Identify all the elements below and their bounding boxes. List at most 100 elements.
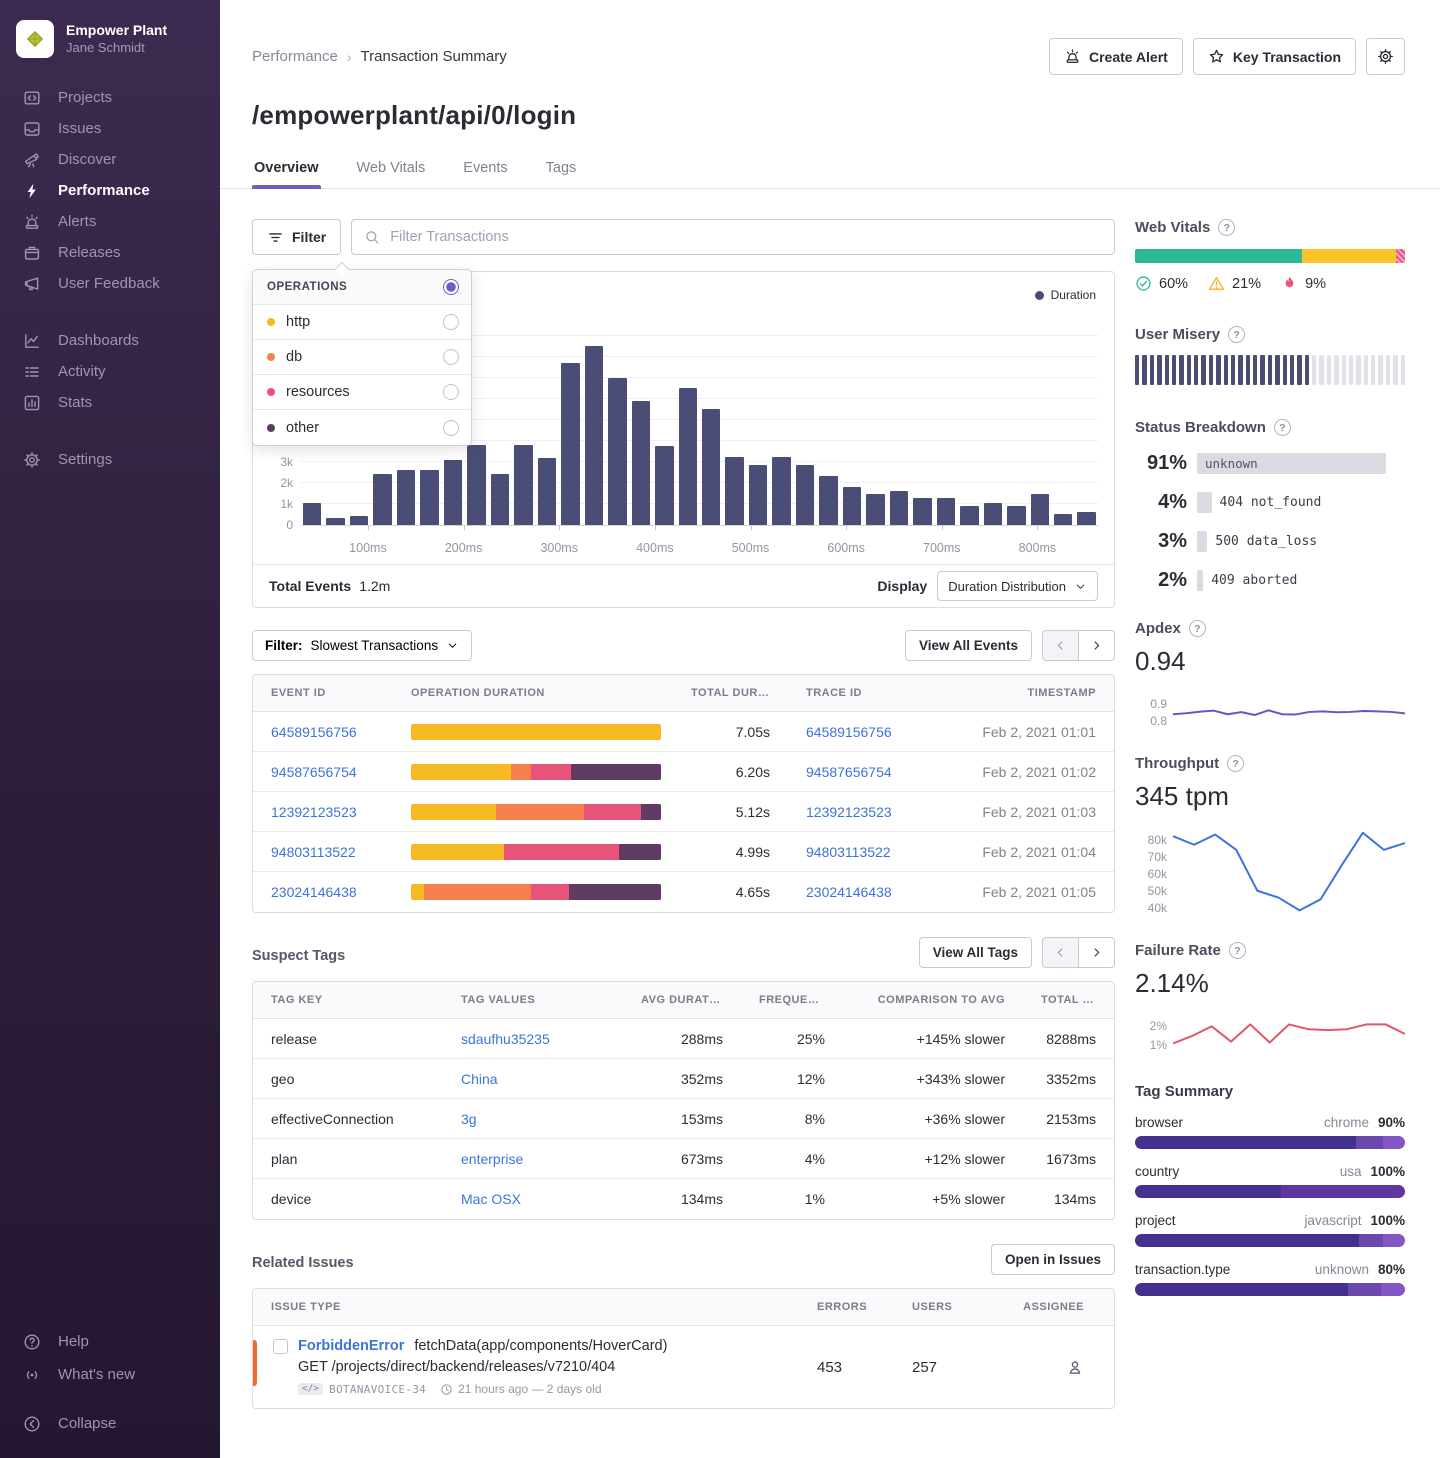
- sidebar-item-issues[interactable]: Issues: [0, 113, 220, 144]
- histogram-bar[interactable]: [1031, 494, 1049, 525]
- tab-tags[interactable]: Tags: [544, 154, 579, 188]
- tag-value-link[interactable]: 3g: [461, 1111, 477, 1127]
- histogram-bar[interactable]: [796, 465, 814, 525]
- person-icon[interactable]: [1066, 1358, 1084, 1376]
- trace-id-link[interactable]: 23024146438: [806, 884, 892, 900]
- display-select[interactable]: Duration Distribution: [937, 571, 1098, 601]
- histogram-bar[interactable]: [632, 401, 650, 525]
- operation-radio[interactable]: [443, 349, 459, 365]
- question-circle-icon[interactable]: ?: [1229, 942, 1246, 959]
- histogram-bar[interactable]: [608, 378, 626, 525]
- histogram-bar[interactable]: [749, 465, 767, 525]
- histogram-bar[interactable]: [303, 503, 321, 525]
- sidebar-item-collapse[interactable]: Collapse: [0, 1407, 220, 1440]
- histogram-bar[interactable]: [1007, 506, 1025, 525]
- histogram-bar[interactable]: [937, 498, 955, 525]
- tag-value-link[interactable]: China: [461, 1071, 498, 1087]
- operation-option-resources[interactable]: resources: [253, 375, 471, 410]
- operation-option-db[interactable]: db: [253, 340, 471, 375]
- tab-web-vitals[interactable]: Web Vitals: [355, 154, 428, 188]
- event-id-link[interactable]: 12392123523: [271, 804, 357, 820]
- histogram-bar[interactable]: [725, 457, 743, 525]
- issue-error-type-link[interactable]: ForbiddenError: [298, 1338, 404, 1354]
- view-all-events-button[interactable]: View All Events: [905, 630, 1032, 661]
- tag-value-link[interactable]: Mac OSX: [461, 1191, 521, 1207]
- histogram-bar[interactable]: [514, 445, 532, 525]
- sidebar-item-stats[interactable]: Stats: [0, 387, 220, 418]
- filter-button[interactable]: Filter: [252, 219, 341, 255]
- tags-next-page-button[interactable]: [1078, 937, 1115, 968]
- histogram-bar[interactable]: [819, 476, 837, 525]
- histogram-bar[interactable]: [1077, 512, 1095, 525]
- sidebar-item-alerts[interactable]: Alerts: [0, 206, 220, 237]
- sidebar-item-settings[interactable]: Settings: [0, 444, 220, 475]
- histogram-bar[interactable]: [444, 460, 462, 525]
- sidebar-item-releases[interactable]: Releases: [0, 237, 220, 268]
- open-in-issues-button[interactable]: Open in Issues: [991, 1244, 1115, 1275]
- trace-id-link[interactable]: 94803113522: [806, 844, 891, 860]
- sidebar-item-activity[interactable]: Activity: [0, 356, 220, 387]
- events-filter-select[interactable]: Filter: Slowest Transactions: [252, 630, 472, 661]
- question-circle-icon[interactable]: ?: [1228, 326, 1245, 343]
- histogram-bar[interactable]: [772, 457, 790, 525]
- histogram-bar[interactable]: [350, 516, 368, 525]
- event-id-link[interactable]: 94803113522: [271, 844, 356, 860]
- tab-overview[interactable]: Overview: [252, 154, 321, 188]
- sidebar-item-discover[interactable]: Discover: [0, 144, 220, 175]
- create-alert-button[interactable]: Create Alert: [1049, 38, 1183, 75]
- histogram-bar[interactable]: [679, 388, 697, 525]
- events-next-page-button[interactable]: [1078, 630, 1115, 661]
- histogram-bar[interactable]: [491, 474, 509, 525]
- event-id-link[interactable]: 94587656754: [271, 764, 357, 780]
- settings-gear-button[interactable]: [1366, 38, 1405, 75]
- histogram-bar[interactable]: [585, 346, 603, 525]
- events-prev-page-button[interactable]: [1042, 630, 1079, 661]
- histogram-bar[interactable]: [1054, 514, 1072, 525]
- histogram-bar[interactable]: [467, 445, 485, 525]
- question-circle-icon[interactable]: ?: [1189, 620, 1206, 637]
- view-all-tags-button[interactable]: View All Tags: [919, 937, 1032, 968]
- operations-dropdown-header[interactable]: OPERATIONS: [253, 270, 471, 305]
- event-id-link[interactable]: 64589156756: [271, 724, 357, 740]
- trace-id-link[interactable]: 64589156756: [806, 724, 892, 740]
- question-circle-icon[interactable]: ?: [1218, 219, 1235, 236]
- tab-events[interactable]: Events: [461, 154, 509, 188]
- histogram-bar[interactable]: [890, 491, 908, 525]
- histogram-bar[interactable]: [561, 363, 579, 525]
- operation-option-other[interactable]: other: [253, 410, 471, 445]
- trace-id-link[interactable]: 94587656754: [806, 764, 892, 780]
- event-id-link[interactable]: 23024146438: [271, 884, 357, 900]
- operation-radio[interactable]: [443, 420, 459, 436]
- sidebar-item-user-feedback[interactable]: User Feedback: [0, 268, 220, 299]
- sidebar-item-performance[interactable]: Performance: [0, 175, 220, 206]
- operation-radio[interactable]: [443, 384, 459, 400]
- trace-id-link[interactable]: 12392123523: [806, 804, 892, 820]
- histogram-bar[interactable]: [913, 498, 931, 525]
- sidebar-item-dashboards[interactable]: Dashboards: [0, 325, 220, 356]
- tag-value-link[interactable]: enterprise: [461, 1151, 523, 1167]
- histogram-bar[interactable]: [420, 470, 438, 525]
- operation-option-http[interactable]: http: [253, 305, 471, 340]
- histogram-bar[interactable]: [960, 506, 978, 525]
- sidebar-item-help[interactable]: Help: [0, 1325, 220, 1358]
- histogram-bar[interactable]: [538, 458, 556, 525]
- question-circle-icon[interactable]: ?: [1227, 755, 1244, 772]
- histogram-bar[interactable]: [397, 470, 415, 525]
- org-switcher[interactable]: Empower Plant Jane Schmidt: [0, 0, 220, 82]
- search-input[interactable]: [390, 229, 1102, 245]
- question-circle-icon[interactable]: ?: [1274, 419, 1291, 436]
- breadcrumb-performance[interactable]: Performance: [252, 48, 338, 65]
- operation-radio[interactable]: [443, 314, 459, 330]
- histogram-bar[interactable]: [655, 446, 673, 525]
- histogram-bar[interactable]: [984, 503, 1002, 525]
- operations-all-radio[interactable]: [443, 279, 459, 295]
- key-transaction-button[interactable]: Key Transaction: [1193, 38, 1356, 75]
- sidebar-item-projects[interactable]: Projects: [0, 82, 220, 113]
- histogram-bar[interactable]: [702, 409, 720, 525]
- histogram-bar[interactable]: [326, 518, 344, 525]
- tag-value-link[interactable]: sdaufhu35235: [461, 1031, 550, 1047]
- tags-prev-page-button[interactable]: [1042, 937, 1079, 968]
- issue-checkbox[interactable]: [273, 1339, 288, 1354]
- histogram-bar[interactable]: [866, 494, 884, 525]
- histogram-bar[interactable]: [373, 474, 391, 525]
